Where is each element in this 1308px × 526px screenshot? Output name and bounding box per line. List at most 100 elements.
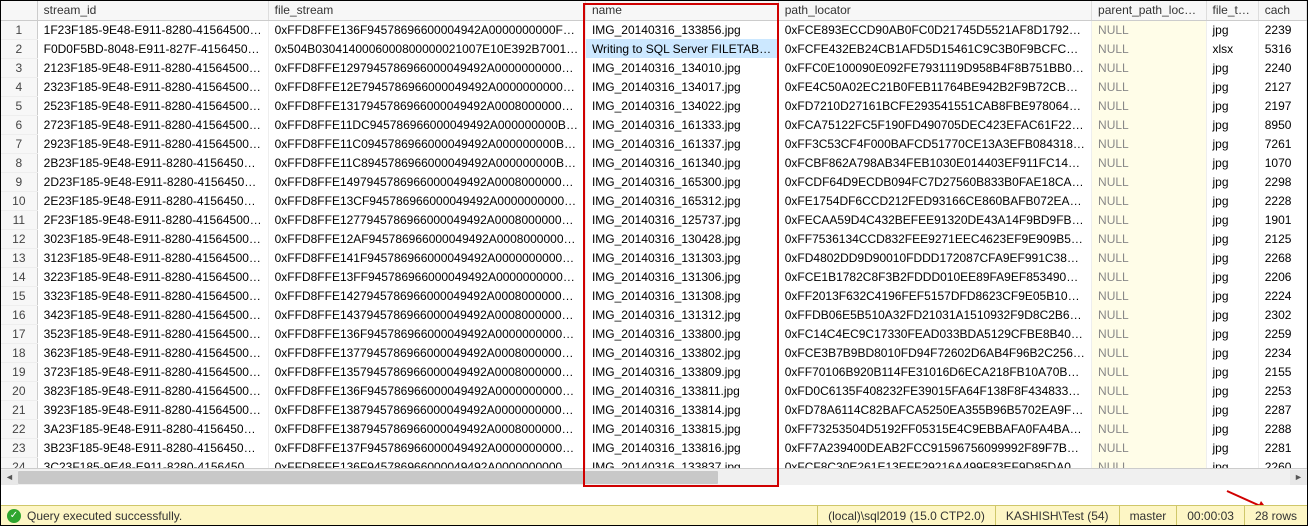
cell[interactable]: jpg: [1206, 96, 1258, 115]
cell[interactable]: NULL: [1092, 210, 1206, 229]
column-header[interactable]: file_stream: [268, 1, 585, 20]
cell[interactable]: 23: [1, 438, 37, 457]
cell[interactable]: 0xFFD8FFE1297945786966000049492A00000000…: [268, 58, 585, 77]
cell[interactable]: 3423F185-9E48-E911-8280-415645000030: [37, 305, 268, 324]
table-row[interactable]: 112F23F185-9E48-E911-8280-4156450000300x…: [1, 210, 1307, 229]
cell[interactable]: 2F23F185-9E48-E911-8280-415645000030: [37, 210, 268, 229]
cell[interactable]: 3823F185-9E48-E911-8280-415645000030: [37, 381, 268, 400]
cell[interactable]: 0xFD78A6114C82BAFCA5250EA355B96B5702EA9F…: [778, 400, 1091, 419]
cell[interactable]: NULL: [1092, 115, 1206, 134]
table-row[interactable]: 173523F185-9E48-E911-8280-4156450000300x…: [1, 324, 1307, 343]
cell[interactable]: 16: [1, 305, 37, 324]
cell[interactable]: 0xFCE1B1782C8F3B2FDDD010EE89FA9EF853490B…: [778, 267, 1091, 286]
cell[interactable]: 5316: [1258, 39, 1306, 58]
cell[interactable]: 2224: [1258, 286, 1306, 305]
cell[interactable]: 1F23F185-9E48-E911-8280-415645000030: [37, 20, 268, 39]
table-row[interactable]: 11F23F185-9E48-E911-8280-4156450000300xF…: [1, 20, 1307, 39]
cell[interactable]: 2127: [1258, 77, 1306, 96]
cell[interactable]: 0xFCBF862A798AB34FEB1030E014403EF911FC14…: [778, 153, 1091, 172]
cell[interactable]: IMG_20140316_161340.jpg: [585, 153, 778, 172]
cell[interactable]: 2197: [1258, 96, 1306, 115]
table-row[interactable]: 72923F185-9E48-E911-8280-4156450000300xF…: [1, 134, 1307, 153]
table-row[interactable]: 143223F185-9E48-E911-8280-4156450000300x…: [1, 267, 1307, 286]
cell[interactable]: jpg: [1206, 343, 1258, 362]
cell[interactable]: 0xFFD8FFE1387945786966000049492A00080000…: [268, 419, 585, 438]
cell[interactable]: 0xFFD8FFE1387945786966000049492A00000000…: [268, 400, 585, 419]
cell[interactable]: 2125: [1258, 229, 1306, 248]
cell[interactable]: 2155: [1258, 362, 1306, 381]
table-row[interactable]: 213923F185-9E48-E911-8280-4156450000300x…: [1, 400, 1307, 419]
cell[interactable]: jpg: [1206, 267, 1258, 286]
cell[interactable]: 2281: [1258, 438, 1306, 457]
cell[interactable]: NULL: [1092, 248, 1206, 267]
cell[interactable]: 0xFFD8FFE12E7945786966000049492A00000000…: [268, 77, 585, 96]
cell[interactable]: 0xFFD8FFE13CF945786966000049492A00000000…: [268, 191, 585, 210]
cell[interactable]: 4: [1, 77, 37, 96]
cell[interactable]: NULL: [1092, 20, 1206, 39]
cell[interactable]: 2287: [1258, 400, 1306, 419]
cell[interactable]: 0xFCA75122FC5F190FD490705DEC423EFAC61F22…: [778, 115, 1091, 134]
cell[interactable]: 0xFF7A239400DEAB2FCC91596756099992F89F7B…: [778, 438, 1091, 457]
cell[interactable]: 3723F185-9E48-E911-8280-415645000030: [37, 362, 268, 381]
cell[interactable]: 8: [1, 153, 37, 172]
cell[interactable]: 0xFFD8FFE1427945786966000049492A00080000…: [268, 286, 585, 305]
cell[interactable]: 10: [1, 191, 37, 210]
cell[interactable]: IMG_20140316_133802.jpg: [585, 343, 778, 362]
column-header[interactable]: parent_path_locator: [1092, 1, 1206, 20]
cell[interactable]: 14: [1, 267, 37, 286]
cell[interactable]: 2239: [1258, 20, 1306, 39]
table-row[interactable]: 92D23F185-9E48-E911-8280-4156450000300xF…: [1, 172, 1307, 191]
cell[interactable]: IMG_20140316_133816.jpg: [585, 438, 778, 457]
table-row[interactable]: 62723F185-9E48-E911-8280-4156450000300xF…: [1, 115, 1307, 134]
cell[interactable]: 3: [1, 58, 37, 77]
cell[interactable]: NULL: [1092, 438, 1206, 457]
cell[interactable]: IMG_20140316_131308.jpg: [585, 286, 778, 305]
cell[interactable]: 0xFFD8FFE11DC945786966000049492A00000000…: [268, 115, 585, 134]
cell[interactable]: 6: [1, 115, 37, 134]
cell[interactable]: IMG_20140316_133800.jpg: [585, 324, 778, 343]
cell[interactable]: 5: [1, 96, 37, 115]
cell[interactable]: NULL: [1092, 305, 1206, 324]
table-row[interactable]: 102E23F185-9E48-E911-8280-4156450000300x…: [1, 191, 1307, 210]
cell[interactable]: 3623F185-9E48-E911-8280-415645000030: [37, 343, 268, 362]
scroll-track[interactable]: [18, 470, 1290, 485]
cell[interactable]: 0xFFD8FFE1317945786966000049492A00080000…: [268, 96, 585, 115]
table-row[interactable]: 2F0D0F5BD-8048-E911-827F-4156450000300x5…: [1, 39, 1307, 58]
cell[interactable]: 0xFFD8FFE12AF945786966000049492A00080000…: [268, 229, 585, 248]
cell[interactable]: IMG_20140316_133814.jpg: [585, 400, 778, 419]
cell[interactable]: 2123F185-9E48-E911-8280-415645000030: [37, 58, 268, 77]
cell[interactable]: IMG_20140316_165300.jpg: [585, 172, 778, 191]
table-row[interactable]: 203823F185-9E48-E911-8280-4156450000300x…: [1, 381, 1307, 400]
cell[interactable]: 2206: [1258, 267, 1306, 286]
cell[interactable]: 2523F185-9E48-E911-8280-415645000030: [37, 96, 268, 115]
cell[interactable]: jpg: [1206, 191, 1258, 210]
cell[interactable]: NULL: [1092, 324, 1206, 343]
cell[interactable]: 8950: [1258, 115, 1306, 134]
cell[interactable]: 0xFFD8FFE136F945786966000049492A00000000…: [268, 381, 585, 400]
cell[interactable]: 3323F185-9E48-E911-8280-415645000030: [37, 286, 268, 305]
column-header[interactable]: path_locator: [778, 1, 1091, 20]
cell[interactable]: 18: [1, 343, 37, 362]
table-row[interactable]: 163423F185-9E48-E911-8280-415645000030 0x…: [1, 305, 1307, 324]
cell[interactable]: 0xFFD8FFE11C8945786966000049492A00000000…: [268, 153, 585, 172]
cell[interactable]: 0xFFDB06E5B510A32FD21031A1510932F9D8C2B6…: [778, 305, 1091, 324]
cell[interactable]: NULL: [1092, 381, 1206, 400]
cell[interactable]: jpg: [1206, 324, 1258, 343]
cell[interactable]: jpg: [1206, 438, 1258, 457]
cell[interactable]: 2253: [1258, 381, 1306, 400]
cell[interactable]: 22: [1, 419, 37, 438]
cell[interactable]: 0xFF7536134CCD832FEE9271EEC4623EF9E909B5…: [778, 229, 1091, 248]
cell[interactable]: NULL: [1092, 286, 1206, 305]
cell[interactable]: 11: [1, 210, 37, 229]
cell[interactable]: 2298: [1258, 172, 1306, 191]
cell[interactable]: jpg: [1206, 20, 1258, 39]
cell[interactable]: 0xFFD8FFE137F945786966000049492A00000000…: [268, 438, 585, 457]
scroll-thumb[interactable]: [18, 471, 718, 484]
cell[interactable]: 0xFCE893ECCD90AB0FC0D21745D5521AF8D17920…: [778, 20, 1091, 39]
cell[interactable]: NULL: [1092, 96, 1206, 115]
horizontal-scrollbar[interactable]: ◄ ►: [1, 468, 1307, 485]
cell[interactable]: NULL: [1092, 362, 1206, 381]
cell[interactable]: 3923F185-9E48-E911-8280-415645000030: [37, 400, 268, 419]
table-row[interactable]: 223A23F185-9E48-E911-8280-4156450000300x…: [1, 419, 1307, 438]
cell[interactable]: IMG_20140316_131312.jpg: [585, 305, 778, 324]
